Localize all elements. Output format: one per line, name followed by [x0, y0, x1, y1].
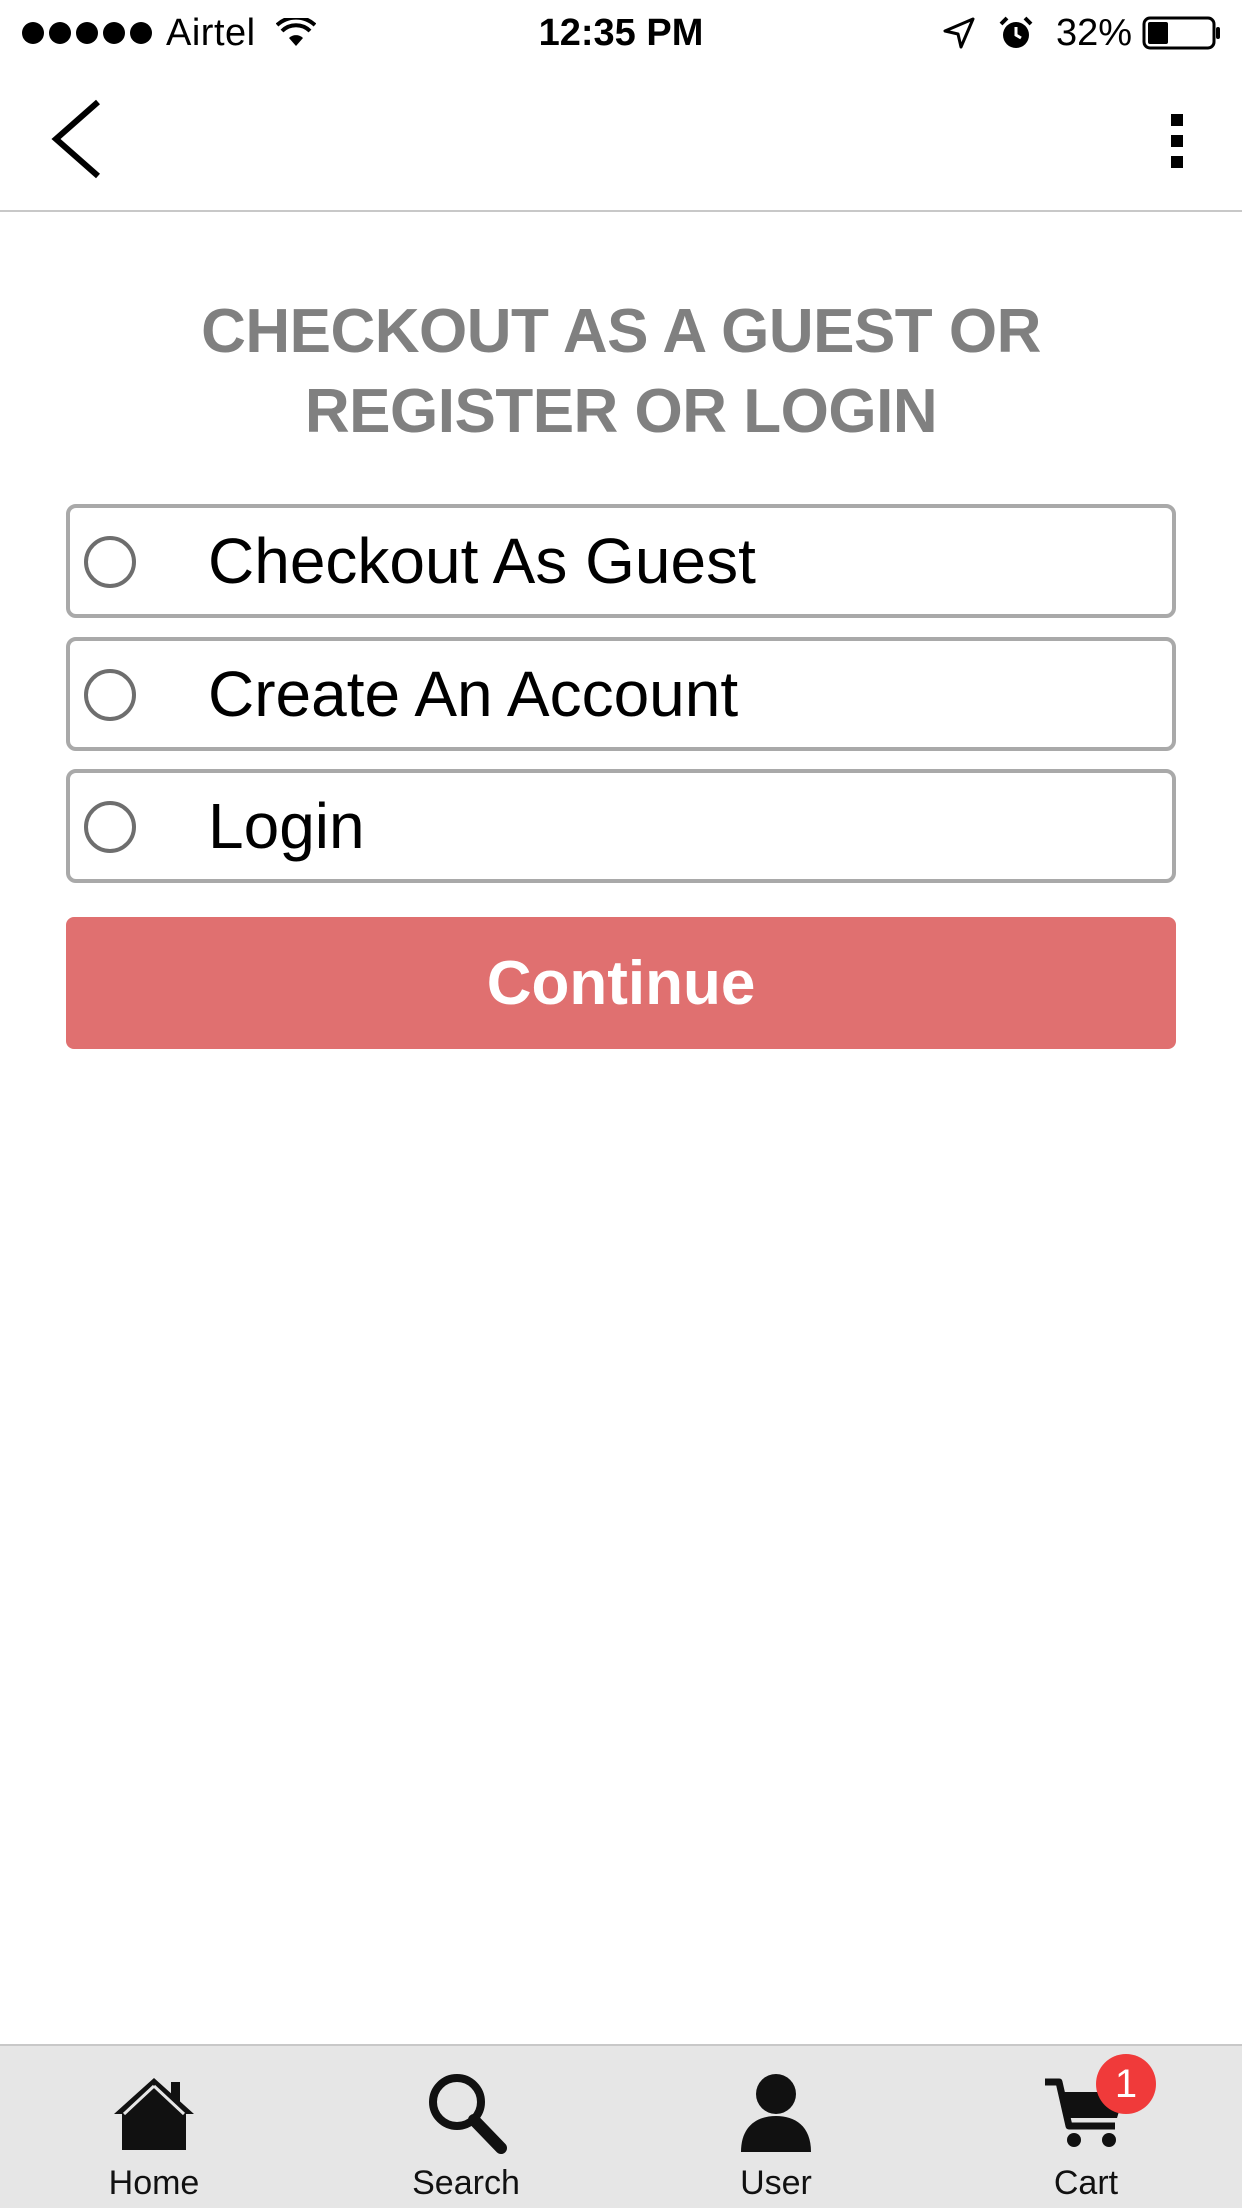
- search-icon: [429, 2074, 507, 2154]
- status-right: 32%: [942, 0, 1222, 66]
- tab-label: User: [740, 2164, 812, 2202]
- option-label: Checkout As Guest: [208, 525, 756, 597]
- radio-icon[interactable]: [84, 801, 136, 853]
- tab-label: Home: [108, 2164, 200, 2202]
- location-icon: [943, 17, 975, 49]
- option-label: Create An Account: [208, 658, 739, 730]
- battery-icon: [1142, 16, 1220, 50]
- tab-cart[interactable]: 1 Cart: [986, 2046, 1186, 2208]
- tab-user[interactable]: User: [676, 2046, 876, 2208]
- tab-home[interactable]: Home: [54, 2046, 254, 2208]
- page-title-line1: CHECKOUT AS A GUEST OR: [201, 297, 1041, 366]
- more-vertical-icon: [1171, 114, 1183, 126]
- tab-bar: Home Search User 1 Cart: [0, 2044, 1242, 2208]
- option-label: Login: [208, 790, 365, 862]
- nav-bar: [0, 66, 1242, 212]
- user-icon: [741, 2074, 811, 2152]
- option-create-account[interactable]: Create An Account: [66, 637, 1176, 751]
- page-title-line2: REGISTER OR LOGIN: [304, 377, 938, 446]
- option-login[interactable]: Login: [66, 769, 1176, 883]
- continue-button[interactable]: Continue: [66, 917, 1176, 1049]
- battery-percent: 32%: [1055, 11, 1132, 54]
- home-icon: [114, 2078, 194, 2150]
- chevron-left-icon: [51, 99, 100, 179]
- alarm-icon: [999, 16, 1033, 48]
- cart-badge: 1: [1096, 2054, 1156, 2114]
- tab-label: Search: [412, 2164, 520, 2202]
- page-title: CHECKOUT AS A GUEST OR REGISTER OR LOGIN: [90, 292, 1152, 452]
- option-checkout-as-guest[interactable]: Checkout As Guest: [66, 504, 1176, 618]
- tab-label: Cart: [1053, 2164, 1119, 2202]
- radio-icon[interactable]: [84, 536, 136, 588]
- checkout-screen: Airtel 12:35 PM 32% CHECKOUT AS A GUEST …: [0, 0, 1242, 2208]
- tab-search[interactable]: Search: [366, 2046, 566, 2208]
- radio-icon[interactable]: [84, 669, 136, 721]
- status-bar: Airtel 12:35 PM 32%: [0, 0, 1242, 66]
- back-button[interactable]: [40, 94, 110, 184]
- more-menu-button[interactable]: [1152, 96, 1202, 186]
